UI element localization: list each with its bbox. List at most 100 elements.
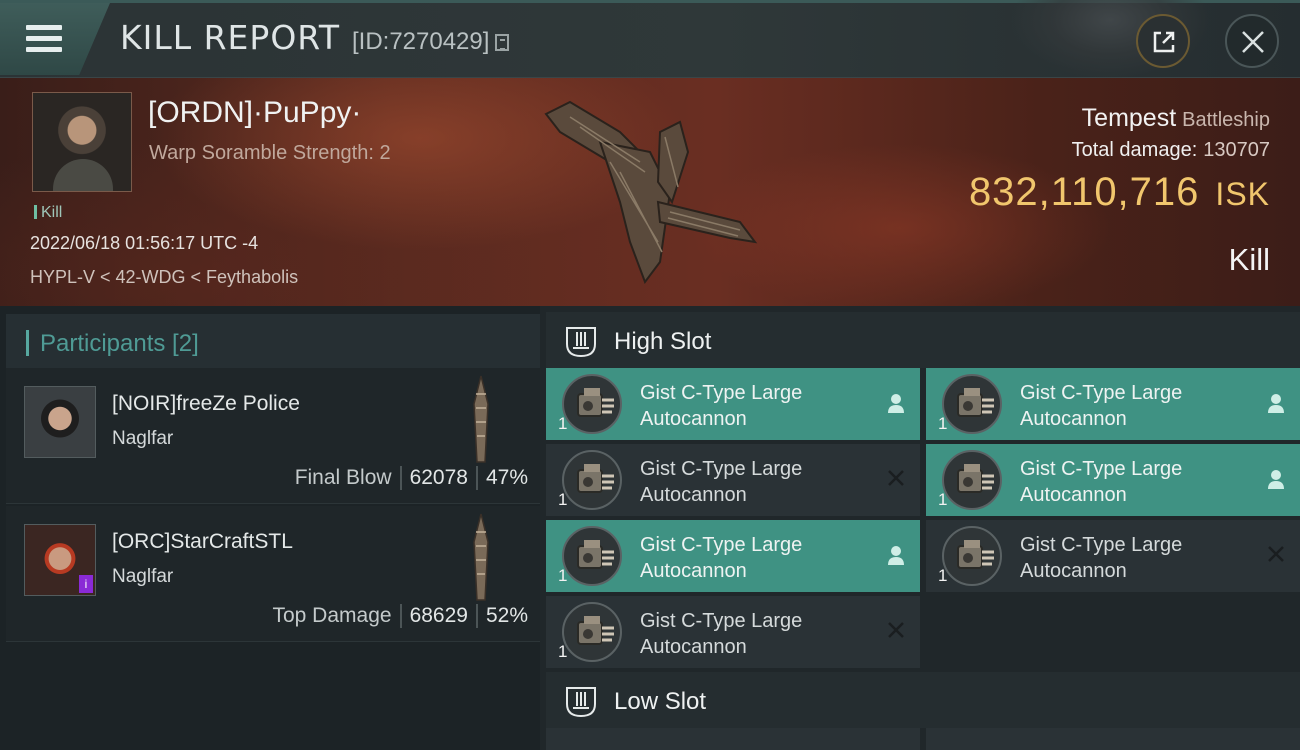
kill-tag: Kill — [34, 204, 62, 222]
corp-badge-icon: i — [79, 575, 93, 593]
participant-avatar[interactable] — [24, 386, 96, 458]
module-name: Gist C-Type Large Autocannon — [1020, 532, 1270, 584]
autocannon-icon — [562, 374, 622, 434]
low-slot-header: Low Slot — [546, 672, 1300, 728]
module-tile[interactable]: 1 Gist C-Type Large Autocannon — [546, 368, 920, 440]
share-button[interactable] — [1136, 14, 1190, 68]
ship-name[interactable]: Tempest — [1082, 104, 1176, 132]
destroyed-x-icon — [1266, 544, 1286, 569]
stat-divider — [475, 604, 478, 628]
low-slot-module-partial[interactable] — [546, 728, 920, 750]
participant-ship: Naglfar — [112, 428, 174, 449]
module-tile[interactable]: 1 Gist C-Type Large Autocannon — [546, 596, 920, 668]
module-quantity: 1 — [558, 490, 568, 509]
victim-name[interactable]: [ORDN]·PuPpy· — [148, 96, 361, 130]
participant-avatar[interactable]: i — [24, 524, 96, 596]
hamburger-icon — [26, 25, 62, 53]
close-button[interactable] — [1225, 14, 1279, 68]
participant-row[interactable]: [NOIR]freeZe Police Naglfar Final Blow 62… — [6, 368, 540, 504]
module-tile[interactable]: 1 Gist C-Type Large Autocannon — [926, 520, 1300, 592]
module-name-line1: Gist C-Type Large — [640, 382, 803, 404]
title-group: KILL REPORT [ID:7270429] — [120, 18, 510, 57]
stat-divider — [399, 604, 402, 628]
participant-ship: Naglfar — [112, 566, 174, 587]
ship-class: Battleship — [1182, 109, 1270, 131]
module-name-line2: Autocannon — [1020, 484, 1127, 506]
module-name: Gist C-Type Large Autocannon — [1020, 380, 1270, 432]
participant-row[interactable]: i [ORC]StarCraftSTL Naglfar Top Damage 68… — [6, 506, 540, 642]
destroyed-x-icon — [886, 468, 906, 493]
module-name-line2: Autocannon — [640, 484, 747, 506]
total-damage-value: 130707 — [1203, 139, 1270, 161]
low-slot-module-partial[interactable] — [926, 728, 1300, 750]
high-slot-header: High Slot — [546, 312, 1300, 368]
module-tile[interactable]: 1 Gist C-Type Large Autocannon — [926, 444, 1300, 516]
high-slot-icon — [566, 327, 596, 358]
participant-name[interactable]: [ORC]StarCraftSTL — [112, 530, 293, 554]
low-slot-label: Low Slot — [614, 688, 707, 715]
module-name-line1: Gist C-Type Large — [640, 534, 803, 556]
module-quantity: 1 — [938, 490, 948, 509]
module-tile[interactable]: 1 Gist C-Type Large Autocannon — [546, 520, 920, 592]
stat-divider — [475, 466, 478, 490]
module-name: Gist C-Type Large Autocannon — [640, 532, 890, 584]
participants-title: Participants [2] — [40, 330, 199, 357]
module-quantity: 1 — [558, 414, 568, 433]
isk-unit: ISK — [1215, 176, 1270, 212]
autocannon-icon — [562, 602, 622, 662]
victim-banner: [ORDN]·PuPpy· Warp Soramble Strength: 2 … — [0, 78, 1300, 306]
module-name-line2: Autocannon — [1020, 560, 1127, 582]
module-tile[interactable]: 1 Gist C-Type Large Autocannon — [926, 368, 1300, 440]
module-quantity: 1 — [558, 566, 568, 585]
page-title: KILL REPORT — [120, 18, 340, 57]
module-name-line2: Autocannon — [640, 408, 747, 430]
total-damage-label: Total damage: — [1071, 139, 1198, 161]
module-name-line1: Gist C-Type Large — [640, 458, 803, 480]
module-name: Gist C-Type Large Autocannon — [640, 380, 890, 432]
participant-damage: 62078 — [409, 466, 468, 489]
module-name-line2: Autocannon — [640, 636, 747, 658]
module-name: Gist C-Type Large Autocannon — [1020, 456, 1270, 508]
destroyed-x-icon — [886, 620, 906, 645]
total-damage: Total damage: 130707 — [1072, 139, 1270, 162]
close-icon — [1242, 31, 1264, 53]
warp-strength: Warp Soramble Strength: 2 — [149, 142, 391, 164]
module-tile[interactable]: 1 Gist C-Type Large Autocannon — [546, 444, 920, 516]
participants-header-bar — [26, 330, 29, 356]
participant-ship-image — [473, 513, 489, 601]
pilot-icon — [886, 392, 906, 419]
ship-type: Tempest Battleship — [1082, 104, 1270, 133]
participant-ship-image — [473, 375, 489, 463]
module-name-line1: Gist C-Type Large — [1020, 534, 1183, 556]
isk-amount: 832,110,716 — [968, 170, 1200, 214]
kill-timestamp: 2022/06/18 01:56:17 UTC -4 — [30, 233, 259, 253]
participant-name[interactable]: [NOIR]freeZe Police — [112, 392, 300, 416]
autocannon-icon — [942, 526, 1002, 586]
module-quantity: 1 — [938, 414, 948, 433]
participant-stats: Top Damage 68629 52% — [272, 604, 528, 628]
copy-icon[interactable] — [495, 34, 510, 51]
module-quantity: 1 — [938, 566, 948, 585]
participant-percent: 52% — [485, 604, 528, 627]
module-name-line1: Gist C-Type Large — [1020, 382, 1183, 404]
high-slot-label: High Slot — [614, 328, 712, 355]
victim-ship-image — [544, 100, 758, 285]
pilot-icon — [1266, 468, 1286, 495]
pilot-icon — [886, 544, 906, 571]
participant-role: Top Damage — [272, 604, 392, 627]
participants-panel: Participants [2] [NOIR]freeZe Police Nag… — [0, 306, 540, 750]
module-name: Gist C-Type Large Autocannon — [640, 608, 890, 660]
stat-divider — [399, 466, 402, 490]
module-name-line2: Autocannon — [640, 560, 747, 582]
autocannon-icon — [562, 526, 622, 586]
menu-button[interactable] — [0, 3, 110, 75]
kill-location[interactable]: HYPL-V < 42-WDG < Feythabolis — [30, 267, 298, 288]
module-name-line1: Gist C-Type Large — [640, 610, 803, 632]
module-name-line2: Autocannon — [1020, 408, 1127, 430]
victim-portrait[interactable] — [32, 92, 132, 192]
low-slot-icon — [566, 687, 596, 718]
fitting-panel: High Slot 1 Gist C-Type Large Autocannon 1 G… — [540, 306, 1300, 750]
participant-role: Final Blow — [294, 466, 392, 489]
isk-value: 832,110,716 ISK — [969, 170, 1270, 215]
autocannon-icon — [942, 450, 1002, 510]
